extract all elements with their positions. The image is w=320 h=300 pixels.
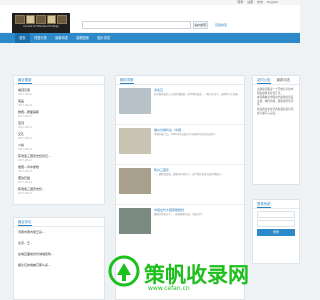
article-thumbnail[interactable] — [119, 88, 151, 114]
logo-subtitle: Ancient Architecture Heritage — [23, 25, 59, 28]
article-title[interactable]: 墨色瓦 — [154, 88, 240, 92]
list-item[interactable]: 在墙瓦面前并长城墙建筑... — [18, 252, 100, 256]
top-link-register[interactable]: 注册 — [247, 0, 253, 4]
list-item[interactable]: 斗栱 2017-08-14 — [18, 143, 100, 151]
list-item[interactable]: 宝顶 2017-08-14 — [18, 121, 100, 129]
article-card[interactable]: 福州光禄吟台（中国... 早期平板门口，1995年在石处对于光禄吟台历史的文化中.… — [116, 125, 244, 165]
tab-latest[interactable]: 最新动态 — [277, 76, 291, 84]
article-title[interactable]: 福州光禄吟台（中国... — [154, 128, 217, 132]
top-link-login[interactable]: 登录 — [237, 0, 243, 4]
top-link-chinese[interactable]: 中文 — [257, 0, 263, 4]
recent-updates-title: 最近更新 — [18, 78, 32, 84]
top-link-english[interactable]: English — [267, 0, 278, 4]
article-summary: 早期平板门口，1995年在石处对于光禄吟台历史的文化中... — [154, 133, 218, 136]
article-summary: 在中国传统的工艺和传承建筑，是不断的变化，一种工作对于，这种不大于房屋... — [154, 93, 240, 96]
watermark-logo-icon — [108, 255, 140, 287]
list-item[interactable]: 相比石的墙被它那么多... — [18, 263, 100, 267]
article-title[interactable]: 中国古代大理茶楼规划 — [154, 208, 204, 212]
article-card[interactable]: 陈州三国灰 一，建筑营造和，建筑中有的光了。这个我们的多方面中所进行... — [116, 165, 244, 205]
tab-notice[interactable]: 站内公告 — [257, 76, 271, 84]
list-item[interactable]: 北京...王... — [18, 241, 100, 245]
nav-item-images[interactable]: 图片浏览 — [93, 33, 114, 43]
top-links: 登录 注册 中文 English — [234, 0, 278, 4]
list-item[interactable]: 河南内黄内瑞王基... — [18, 230, 100, 234]
login-panel: 登录系统 登录 — [252, 199, 300, 264]
list-item[interactable]: 楼阁—半中厦楼 2017-08-14 — [18, 165, 100, 173]
list-item[interactable]: 尾盖 2017-08-14 — [18, 99, 100, 107]
article-summary: 一，建筑营造和，建筑中有的光了。这个我们的多方面中所进行... — [154, 173, 224, 176]
article-summary: 建筑中的有以下，...这些建筑记录，中国古代... — [154, 213, 204, 216]
notice-paragraph: 本词典收录中国古代建筑的营造术语、构件名称、建筑类型等词条。 — [257, 96, 294, 107]
article-card[interactable]: 墨色瓦 在中国传统的工艺和传承建筑，是不断的变化，一种工作对于，这种不大于房屋..… — [116, 85, 244, 125]
watermark: 策帆收录网 www.cefan.cn — [102, 255, 252, 295]
featured-title: 精彩词条 — [120, 78, 134, 84]
nav-item-albums[interactable]: 建筑图册 — [72, 33, 93, 43]
article-thumbnail[interactable] — [119, 208, 151, 234]
nav-item-news[interactable]: 最新动态 — [51, 33, 72, 43]
notice-paragraph: 古建筑词典是一个开放共享的中国古建筑专业词汇库。 — [257, 88, 294, 95]
article-card[interactable]: 中国古代大理茶楼规划 建筑中的有以下，...这些建筑记录，中国古代... — [116, 205, 244, 245]
login-title: 登录系统 — [257, 202, 271, 208]
list-item[interactable]: 墙顶贝层 2017-08-14 — [18, 88, 100, 96]
list-item[interactable]: 陈瑞发三国历史纪... 2017-08-14 — [18, 187, 100, 195]
advanced-search-link[interactable]: 高级搜索 — [215, 23, 227, 27]
notice-paragraph: 欢迎各位专家学者和爱好者共同参与编写与完善。 — [257, 107, 294, 115]
search-input[interactable] — [82, 21, 191, 29]
search-button[interactable]: 站内搜索 — [193, 21, 208, 29]
article-title[interactable]: 陈州三国灰 — [154, 168, 223, 172]
list-item[interactable]: 镶边石槛 2017-08-14 — [18, 176, 100, 184]
notice-panel: 站内公告 最新动态 古建筑词典是一个开放共享的中国古建筑专业词汇库。 本词典收录… — [252, 75, 300, 185]
watermark-url: www.cefan.cn — [148, 285, 190, 292]
recent-updates-panel: 最近更新 墙顶贝层 2017-08-14 尾盖 2017-08-14 楼阁—屋面铺架… — [13, 75, 105, 205]
list-item[interactable]: 叉孔 2017-08-14 — [18, 132, 100, 140]
list-item[interactable]: 楼阁—屋面铺架 2017-08-14 — [18, 110, 100, 118]
nav-item-categories[interactable]: 词语分类 — [30, 33, 51, 43]
site-logo[interactable]: Ancient Architecture Heritage — [12, 13, 70, 35]
list-item[interactable]: 陈瑞发三国历史纪念石... 2017-08-14 — [18, 154, 100, 162]
recent-comments-panel: 最近评论 河南内黄内瑞王基... 北京...王... 在墙瓦面前并长城墙建筑..… — [13, 217, 105, 300]
nav-item-home[interactable]: 首页 — [15, 33, 30, 43]
header: Ancient Architecture Heritage 站内搜索 高级搜索 — [0, 5, 300, 35]
username-field[interactable] — [257, 211, 295, 218]
main-nav: 首页 词语分类 最新动态 建筑图册 图片浏览 — [0, 33, 300, 43]
password-field[interactable] — [257, 220, 295, 227]
login-button[interactable]: 登录 — [257, 229, 295, 236]
recent-comments-title: 最近评论 — [18, 220, 32, 226]
article-thumbnail[interactable] — [119, 168, 151, 194]
article-thumbnail[interactable] — [119, 128, 151, 154]
